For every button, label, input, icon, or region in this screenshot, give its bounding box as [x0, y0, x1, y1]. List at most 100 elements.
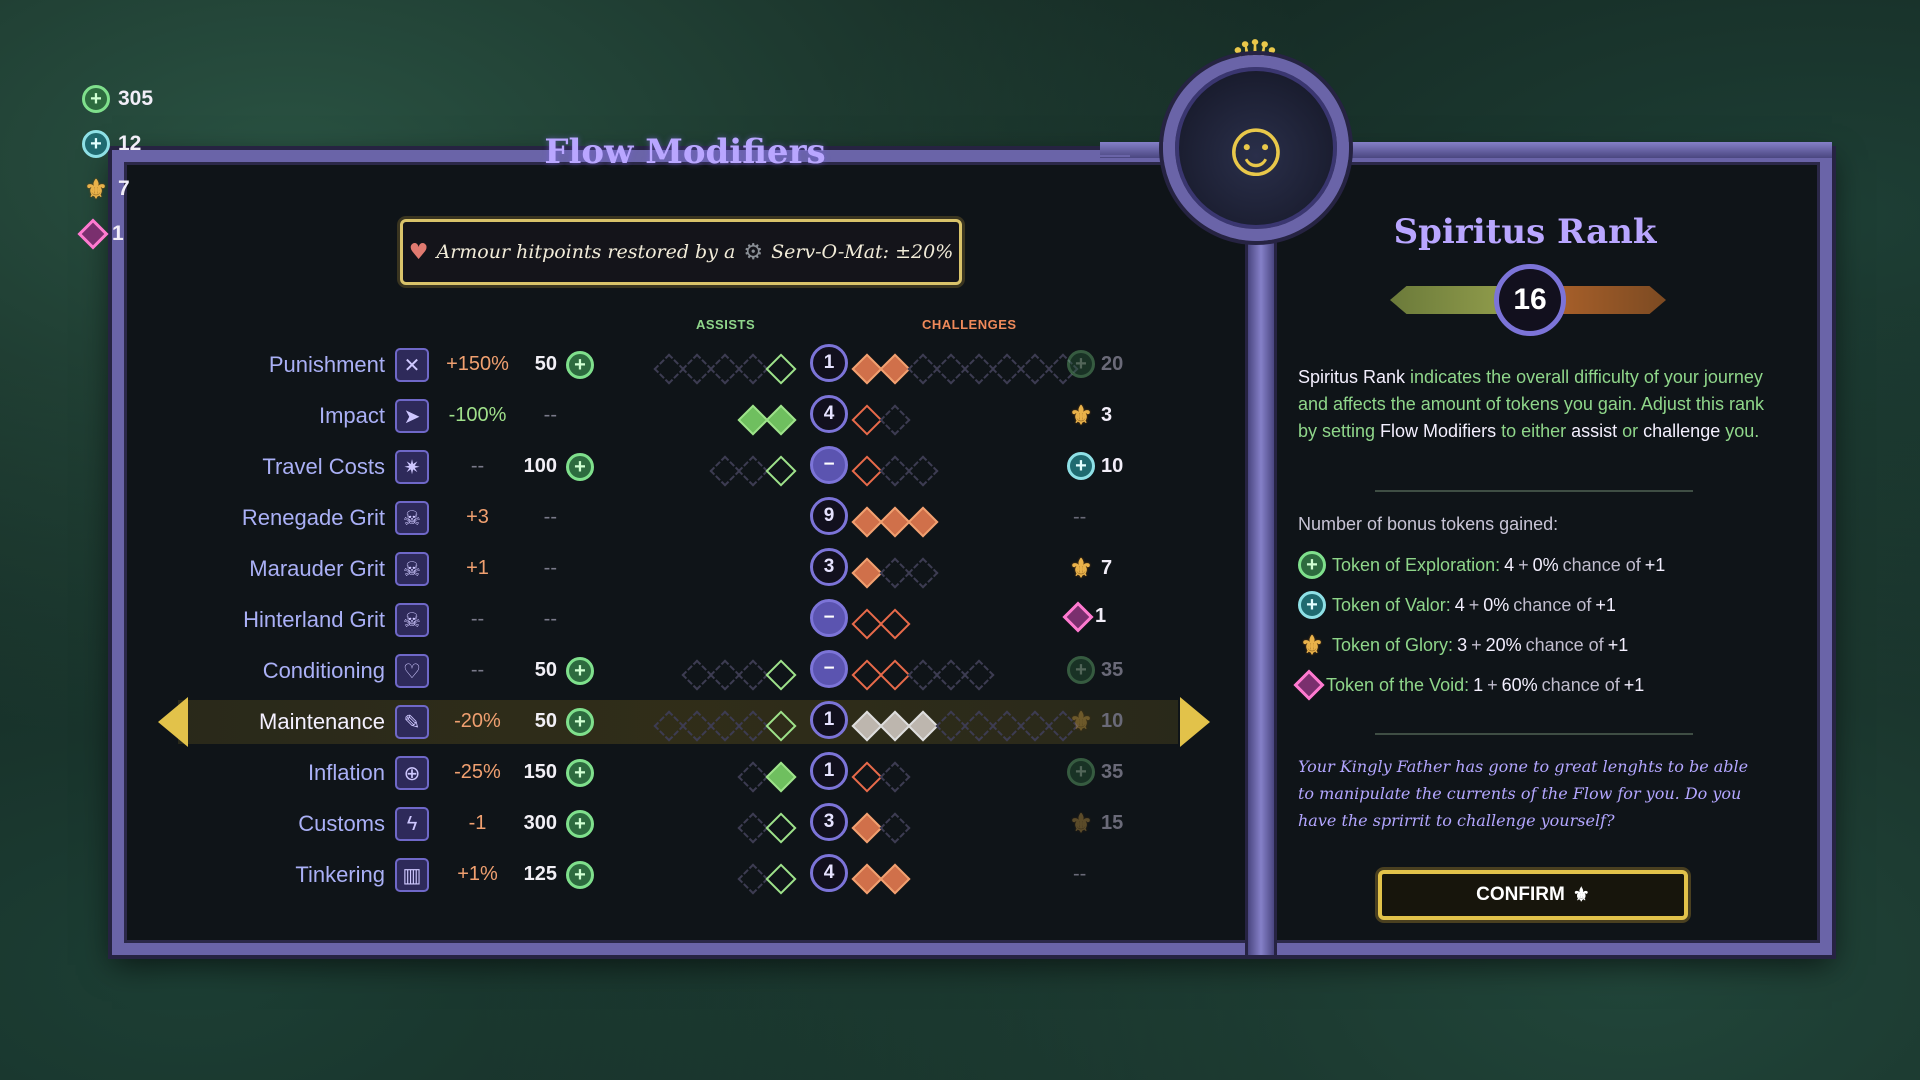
challenge-diamond[interactable]	[907, 659, 939, 691]
assist-diamond[interactable]	[765, 863, 797, 895]
challenge-diamond[interactable]	[879, 353, 911, 385]
modifier-percent: +150%	[446, 353, 509, 375]
assist-diamond[interactable]	[653, 353, 685, 385]
reward-value: 20	[1101, 352, 1124, 375]
bonus-base: 4	[1504, 554, 1515, 575]
challenge-diamond[interactable]	[879, 659, 911, 691]
modifier-row-punishment[interactable]: Punishment ✕ +150% 50 +1 +20	[0, 340, 1240, 391]
modifier-reward: 1	[1062, 600, 1106, 633]
tooltip-item: Serv-O-Mat: ±20%	[771, 241, 954, 263]
assist-diamond[interactable]	[709, 455, 741, 487]
page-title: Flow Modifiers	[544, 132, 826, 172]
assist-diamond[interactable]	[765, 404, 797, 436]
assist-diamond[interactable]	[737, 812, 769, 844]
challenge-diamond[interactable]	[879, 863, 911, 895]
assist-diamond[interactable]	[681, 353, 713, 385]
assist-diamond[interactable]	[765, 659, 797, 691]
heart-shield-icon: ♡	[395, 654, 429, 688]
modifier-row-maintenance[interactable]: Maintenance ✎ -20% 50 +1 ⚜ 10	[0, 697, 1240, 748]
challenge-diamond[interactable]	[879, 506, 911, 538]
challenge-diamond[interactable]	[963, 353, 995, 385]
assist-diamond[interactable]	[737, 761, 769, 793]
bonus-label: Token of Valor:	[1332, 594, 1451, 615]
modifier-cost: --	[543, 557, 557, 579]
modifier-row-tinkering[interactable]: Tinkering ▥ +1% 125 +4 --	[0, 850, 1240, 901]
modifier-name: Hinterland Grit	[243, 607, 385, 632]
modifier-row-customs[interactable]: Customs ϟ -1 300 +3 ⚜ 15	[0, 799, 1240, 850]
token-valor-icon: +	[82, 130, 110, 158]
challenge-diamond[interactable]	[851, 659, 883, 691]
challenge-diamond[interactable]	[879, 455, 911, 487]
challenge-diamond[interactable]	[851, 608, 883, 640]
currency-value: 305	[118, 87, 154, 110]
assist-diamond[interactable]	[737, 404, 769, 436]
assist-diamond[interactable]	[737, 353, 769, 385]
challenge-diamond[interactable]	[1019, 353, 1051, 385]
assist-diamond[interactable]	[737, 659, 769, 691]
bonus-base: 1	[1473, 674, 1484, 695]
assist-diamond[interactable]	[765, 761, 797, 793]
challenge-diamond[interactable]	[879, 557, 911, 589]
assist-diamond[interactable]	[737, 455, 769, 487]
modifier-row-inflation[interactable]: Inflation ⊕ -25% 150 +1 +35	[0, 748, 1240, 799]
increase-arrow-icon[interactable]	[1180, 697, 1210, 747]
challenge-diamond[interactable]	[879, 608, 911, 640]
challenge-diamond[interactable]	[935, 659, 967, 691]
assist-diamond[interactable]	[709, 353, 741, 385]
assist-diamond[interactable]	[737, 863, 769, 895]
challenge-diamond[interactable]	[851, 404, 883, 436]
challenges-header: CHALLENGES	[922, 317, 1017, 332]
modifier-row-conditioning[interactable]: Conditioning ♡ -- 50 + − +35	[0, 646, 1240, 697]
challenge-diamond[interactable]	[907, 557, 939, 589]
challenge-diamond[interactable]	[907, 353, 939, 385]
assist-diamond[interactable]	[709, 659, 741, 691]
challenge-diamond[interactable]	[935, 353, 967, 385]
modifier-level: −	[810, 650, 848, 688]
modifier-row-hinterland-grit[interactable]: Hinterland Grit ☠ -- -- − 1	[0, 595, 1240, 646]
challenge-diamond[interactable]	[851, 863, 883, 895]
assist-diamond[interactable]	[765, 353, 797, 385]
bonus-inc: +1	[1607, 634, 1629, 655]
bonus-row: + Token of Valor: 4 +0% chance of +1	[1298, 589, 1768, 621]
token-glory-icon: ⚜	[1300, 629, 1324, 660]
challenge-diamond[interactable]	[851, 761, 883, 793]
modifier-row-marauder-grit[interactable]: Marauder Grit ☠ +1 -- 3 ⚜ 7	[0, 544, 1240, 595]
challenge-diamond[interactable]	[879, 812, 911, 844]
bonus-pct: 0%	[1532, 554, 1559, 575]
bonus-label: Token of Glory:	[1332, 634, 1454, 655]
modifier-name: Tinkering	[295, 862, 385, 887]
challenge-diamond[interactable]	[851, 812, 883, 844]
bonus-pct: 20%	[1485, 634, 1522, 655]
bonus-inc: +1	[1623, 674, 1645, 695]
token-void-icon	[1062, 600, 1094, 633]
reward-value: 10	[1101, 454, 1124, 477]
challenge-diamond[interactable]	[907, 455, 939, 487]
confirm-button[interactable]: CONFIRM ⚜	[1378, 870, 1688, 920]
challenge-diamond[interactable]	[991, 353, 1023, 385]
bonus-row: Token of the Void: 1 +60% chance of +1	[1293, 669, 1768, 701]
challenge-diamond[interactable]	[851, 353, 883, 385]
modifier-row-renegade-grit[interactable]: Renegade Grit ☠ +3 -- 9 --	[0, 493, 1240, 544]
assist-diamond[interactable]	[765, 455, 797, 487]
challenge-diamond[interactable]	[879, 404, 911, 436]
modifier-level: −	[810, 446, 848, 484]
challenge-diamond[interactable]	[907, 506, 939, 538]
modifier-percent: --	[470, 659, 485, 681]
modifier-percent: -20%	[454, 710, 501, 732]
modifier-row-impact[interactable]: Impact ➤ -100% -- 4 ⚜ 3	[0, 391, 1240, 442]
challenge-diamond[interactable]	[851, 557, 883, 589]
modifier-cost: --	[543, 608, 557, 630]
challenge-diamond[interactable]	[879, 761, 911, 793]
challenge-diamond[interactable]	[963, 659, 995, 691]
token-glory-icon: ⚜	[84, 173, 108, 204]
modifier-row-travel-costs[interactable]: Travel Costs ✷ -- 100 + − +10	[0, 442, 1240, 493]
modifier-reward: +10	[1067, 452, 1123, 480]
fleur-de-lis-icon: ⚜	[1572, 884, 1590, 906]
modifier-name: Travel Costs	[262, 454, 385, 479]
assist-diamond[interactable]	[681, 659, 713, 691]
challenge-diamond[interactable]	[851, 506, 883, 538]
modifier-percent: +1	[466, 557, 489, 579]
challenge-diamond[interactable]	[851, 455, 883, 487]
assist-diamond[interactable]	[765, 812, 797, 844]
modifier-level: 1	[810, 752, 848, 790]
